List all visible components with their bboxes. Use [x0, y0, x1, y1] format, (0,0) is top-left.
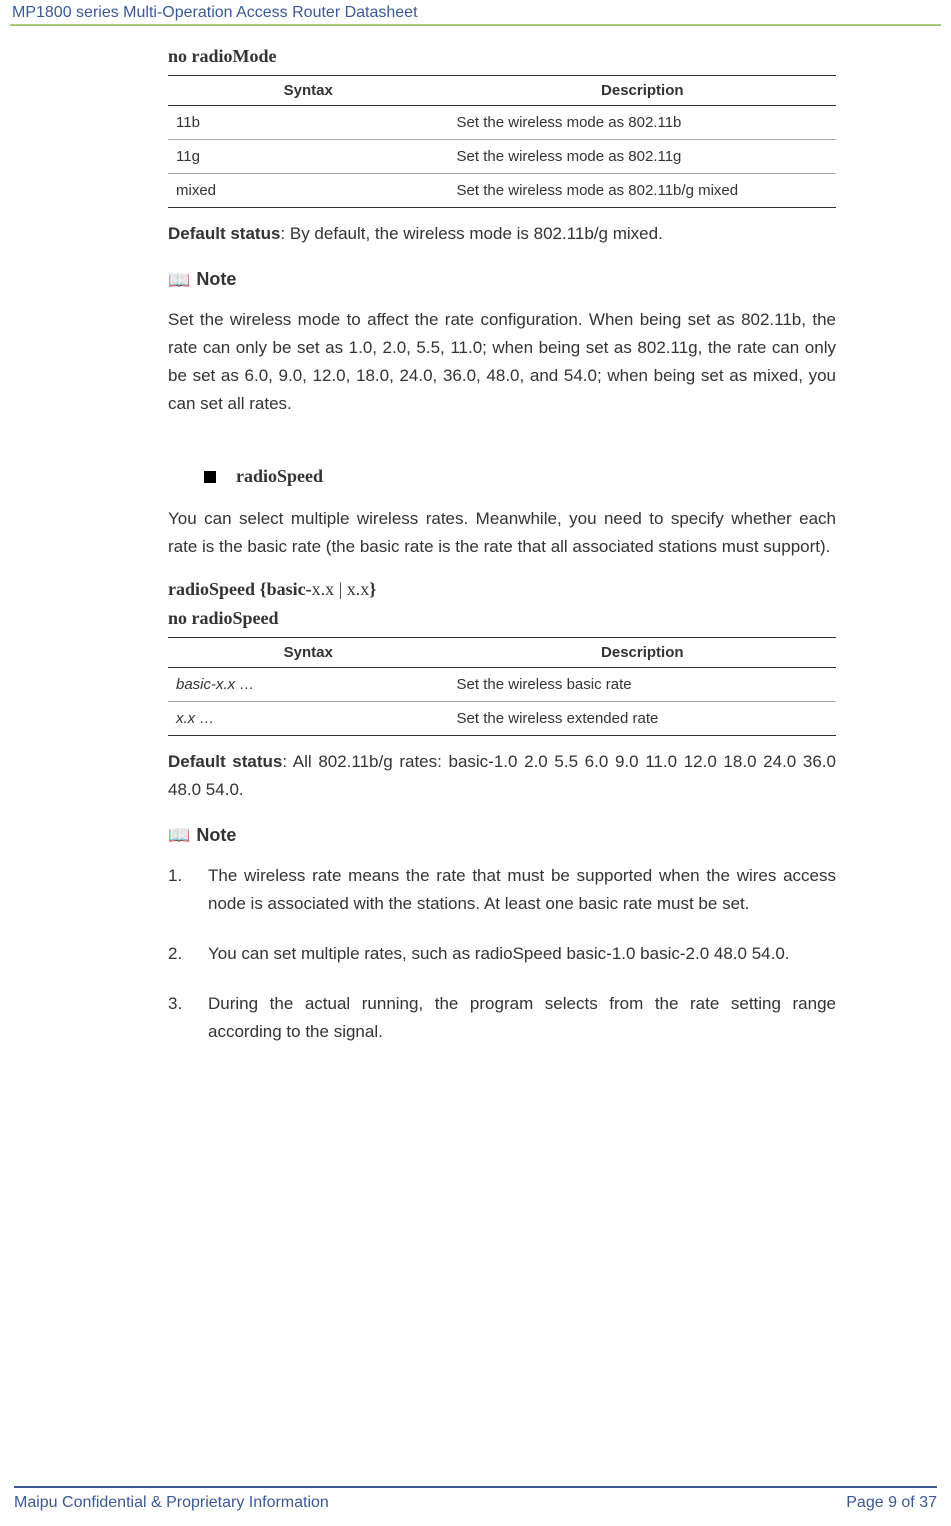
description-cell: Set the wireless basic rate	[449, 668, 836, 702]
radiospeed-syntax-table: Syntax Description basic-x.x … Set the w…	[168, 637, 836, 736]
note-paragraph: Set the wireless mode to affect the rate…	[168, 306, 836, 418]
document-header: MP1800 series Multi-Operation Access Rou…	[0, 0, 951, 24]
page-footer: Maipu Confidential & Proprietary Informa…	[0, 1486, 951, 1512]
table-header-description: Description	[449, 76, 836, 106]
note-label: Note	[196, 825, 236, 846]
default-status-line: Default status: All 802.11b/g rates: bas…	[168, 748, 836, 802]
footer-left: Maipu Confidential & Proprietary Informa…	[14, 1494, 329, 1512]
radiospeed-command: radioSpeed {basic-x.x | x.x}	[168, 579, 836, 600]
syntax-cell: mixed	[168, 174, 449, 208]
description-cell: Set the wireless mode as 802.11g	[449, 140, 836, 174]
description-cell: Set the wireless extended rate	[449, 702, 836, 736]
default-status-text: : By default, the wireless mode is 802.1…	[280, 224, 662, 243]
no-radiospeed-command: no radioSpeed	[168, 608, 836, 629]
book-icon: 📖	[168, 826, 190, 844]
table-row: basic-x.x … Set the wireless basic rate	[168, 668, 836, 702]
cmd-part: {	[260, 579, 267, 599]
description-cell: Set the wireless mode as 802.11b/g mixed	[449, 174, 836, 208]
note-list: The wireless rate means the rate that mu…	[168, 862, 836, 1046]
book-icon: 📖	[168, 271, 190, 289]
list-item: The wireless rate means the rate that mu…	[168, 862, 836, 918]
radiospeed-heading-text: radioSpeed	[236, 466, 323, 487]
main-content: no radioMode Syntax Description 11b Set …	[0, 26, 951, 1046]
cmd-part: }	[369, 579, 376, 599]
table-header-description: Description	[449, 638, 836, 668]
note-label: Note	[196, 269, 236, 290]
default-status-label: Default status	[168, 224, 280, 243]
syntax-cell: 11b	[168, 106, 449, 140]
default-status-line: Default status: By default, the wireless…	[168, 220, 836, 247]
table-row: 11g Set the wireless mode as 802.11g	[168, 140, 836, 174]
table-row: x.x … Set the wireless extended rate	[168, 702, 836, 736]
description-cell: Set the wireless mode as 802.11b	[449, 106, 836, 140]
header-title: MP1800 series Multi-Operation Access Rou…	[12, 4, 418, 21]
cmd-part: basic-	[267, 579, 312, 599]
syntax-cell: 11g	[168, 140, 449, 174]
list-item: During the actual running, the program s…	[168, 990, 836, 1046]
note-heading: 📖 Note	[168, 269, 836, 290]
cmd-part: radioSpeed	[168, 579, 260, 599]
table-header-syntax: Syntax	[168, 638, 449, 668]
list-item: You can set multiple rates, such as radi…	[168, 940, 836, 968]
note-heading: 📖 Note	[168, 825, 836, 846]
no-radiomode-command: no radioMode	[168, 46, 836, 67]
cmd-part: x.x | x.x	[312, 579, 370, 599]
default-status-label: Default status	[168, 752, 282, 771]
radiospeed-intro: You can select multiple wireless rates. …	[168, 505, 836, 561]
footer-divider	[14, 1486, 937, 1488]
table-row: mixed Set the wireless mode as 802.11b/g…	[168, 174, 836, 208]
square-bullet-icon	[204, 471, 216, 483]
table-row: 11b Set the wireless mode as 802.11b	[168, 106, 836, 140]
syntax-cell: basic-x.x …	[168, 668, 449, 702]
table-header-syntax: Syntax	[168, 76, 449, 106]
radiomode-syntax-table: Syntax Description 11b Set the wireless …	[168, 75, 836, 208]
radiospeed-heading: radioSpeed	[204, 466, 836, 487]
footer-right: Page 9 of 37	[846, 1494, 937, 1512]
footer-text: Maipu Confidential & Proprietary Informa…	[14, 1494, 937, 1512]
syntax-cell: x.x …	[168, 702, 449, 736]
